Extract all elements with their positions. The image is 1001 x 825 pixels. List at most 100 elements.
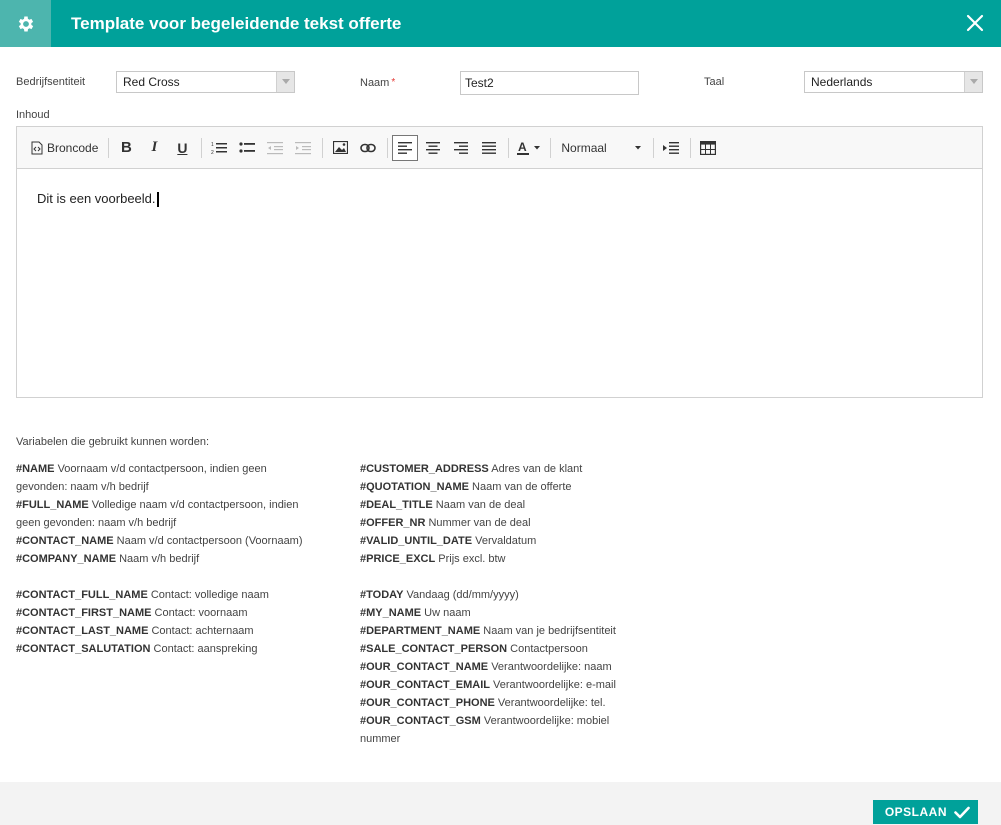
variable-item [16, 568, 306, 586]
insert-placeholder-button[interactable] [658, 135, 684, 161]
outdent-button[interactable] [262, 135, 288, 161]
toolbar-separator [690, 137, 692, 158]
format-dropdown[interactable]: Normaal [555, 135, 647, 161]
variable-description: Adres van de klant [488, 463, 583, 475]
variable-key: #VALID_UNTIL_DATE [360, 535, 473, 547]
variable-item: #CONTACT_SALUTATION Contact: aanspreking [16, 640, 306, 658]
language-select-value: Nederlands [811, 75, 873, 89]
variable-item: #OUR_CONTACT_GSM Verantwoordelijke: mobi… [360, 712, 650, 748]
variable-item: #OUR_CONTACT_PHONE Verantwoordelijke: te… [360, 694, 650, 712]
variable-key: #OUR_CONTACT_NAME [360, 661, 489, 673]
name-input[interactable] [460, 71, 639, 95]
variable-item: #TODAY Vandaag (dd/mm/yyyy) [360, 586, 650, 604]
variable-key: #COMPANY_NAME [16, 553, 117, 565]
source-button[interactable]: Broncode [27, 135, 102, 161]
variable-item: #CONTACT_NAME Naam v/d contactpersoon (V… [16, 532, 306, 550]
variable-item: #OUR_CONTACT_NAME Verantwoordelijke: naa… [360, 658, 650, 676]
variable-key: #OFFER_NR [360, 517, 426, 529]
variable-item: #CONTACT_LAST_NAME Contact: achternaam [16, 622, 306, 640]
save-button-label: OPSLAAN [884, 805, 947, 819]
name-label-text: Naam [360, 77, 390, 89]
image-button[interactable] [327, 135, 353, 161]
toolbar-separator [653, 137, 655, 158]
italic-icon: I [151, 139, 158, 155]
toolbar-separator [201, 137, 203, 158]
variable-description: Voornaam v/d contactpersoon, indien geen… [16, 463, 267, 493]
checkmark-icon [954, 806, 970, 818]
gear-icon [18, 16, 33, 31]
bold-icon: B [120, 139, 132, 156]
align-right-button[interactable] [448, 135, 474, 161]
align-left-button[interactable] [392, 134, 419, 161]
italic-button[interactable]: I [141, 135, 167, 161]
save-button[interactable]: OPSLAAN [872, 800, 978, 824]
indent-button[interactable] [290, 135, 316, 161]
link-button[interactable] [355, 135, 381, 161]
modal-title: Template voor begeleidende tekst offerte [71, 13, 402, 33]
variable-item: #DEPARTMENT_NAME Naam van je bedrijfsent… [360, 622, 650, 640]
caret-down-icon [534, 145, 541, 149]
variable-item: #VALID_UNTIL_DATE Vervaldatum [360, 532, 650, 550]
underline-button[interactable]: U [169, 135, 195, 161]
variable-description: Vandaag (dd/mm/yyyy) [403, 589, 519, 601]
modal-footer: OPSLAAN [0, 782, 1001, 825]
align-center-button[interactable] [420, 135, 446, 161]
variable-item: #CONTACT_FIRST_NAME Contact: voornaam [16, 604, 306, 622]
numbered-list-button[interactable]: 12 [206, 135, 232, 161]
language-label: Taal [704, 76, 725, 88]
variable-key: #FULL_NAME [16, 499, 89, 511]
justify-button[interactable] [476, 135, 502, 161]
variable-key: #CONTACT_SALUTATION [16, 643, 151, 655]
justify-icon [482, 141, 497, 154]
underline-icon: U [177, 139, 188, 156]
toolbar-separator [508, 137, 510, 158]
variable-key: #OUR_CONTACT_PHONE [360, 697, 495, 709]
editor-content-area[interactable]: Dit is een voorbeeld. [17, 169, 982, 229]
text-color-button[interactable]: A [513, 135, 544, 161]
variable-key: #CONTACT_FIRST_NAME [16, 607, 152, 619]
table-button[interactable] [695, 135, 721, 161]
variable-item: #CUSTOMER_ADDRESS Adres van de klant [360, 460, 650, 478]
close-icon[interactable] [965, 13, 985, 33]
variables-title: Variabelen die gebruikt kunnen worden: [16, 436, 210, 448]
company-select[interactable]: Red Cross [116, 71, 295, 93]
variables-right-column: #CUSTOMER_ADDRESS Adres van de klant #QUO… [360, 460, 650, 748]
modal-header: Template voor begeleidende tekst offerte [0, 0, 1001, 47]
bullet-list-button[interactable] [234, 135, 260, 161]
variable-item: #SALE_CONTACT_PERSON Contactpersoon [360, 640, 650, 658]
toolbar-separator [550, 137, 552, 158]
required-marker: * [391, 77, 396, 88]
variable-description: Verantwoordelijke: tel. [494, 697, 606, 709]
variable-key: #OUR_CONTACT_GSM [360, 715, 481, 727]
source-code-icon [31, 141, 43, 154]
variable-description: Contact: volledige naam [147, 589, 269, 601]
variable-description: Naam v/d contactpersoon (Voornaam) [113, 535, 303, 547]
company-select-value: Red Cross [123, 75, 180, 89]
variable-description: Naam v/h bedrijf [116, 553, 200, 565]
variables-left-column: #NAME Voornaam v/d contactpersoon, indie… [16, 460, 306, 658]
variable-description: Naam van je bedrijfsentiteit [480, 625, 616, 637]
align-right-icon [454, 141, 469, 154]
variable-item: #CONTACT_FULL_NAME Contact: volledige na… [16, 586, 306, 604]
variable-item: #OFFER_NR Nummer van de deal [360, 514, 650, 532]
variable-item [360, 568, 650, 586]
variable-key: #CONTACT_LAST_NAME [16, 625, 149, 637]
variable-key: #PRICE_EXCL [360, 553, 436, 565]
variable-key: #SALE_CONTACT_PERSON [360, 643, 508, 655]
variable-description: Contact: aanspreking [150, 643, 258, 655]
svg-text:1: 1 [211, 142, 214, 148]
indent-icon [295, 141, 312, 154]
variable-key: #MY_NAME [360, 607, 422, 619]
bold-button[interactable]: B [113, 135, 139, 161]
language-select[interactable]: Nederlands [804, 71, 983, 93]
text-cursor [156, 192, 159, 208]
variable-key: #NAME [16, 463, 55, 475]
variable-description: Verantwoordelijke: e-mail [489, 679, 616, 691]
rich-text-editor: Broncode B I U 12 A Normaal Dit is een v… [16, 126, 983, 398]
content-label: Inhoud [16, 109, 50, 121]
variable-item: #PRICE_EXCL Prijs excl. btw [360, 550, 650, 568]
svg-text:A: A [518, 141, 527, 154]
numbered-list-icon: 12 [211, 142, 228, 155]
editor-toolbar: Broncode B I U 12 A Normaal [17, 127, 982, 169]
variable-description: Contact: achternaam [148, 625, 254, 637]
